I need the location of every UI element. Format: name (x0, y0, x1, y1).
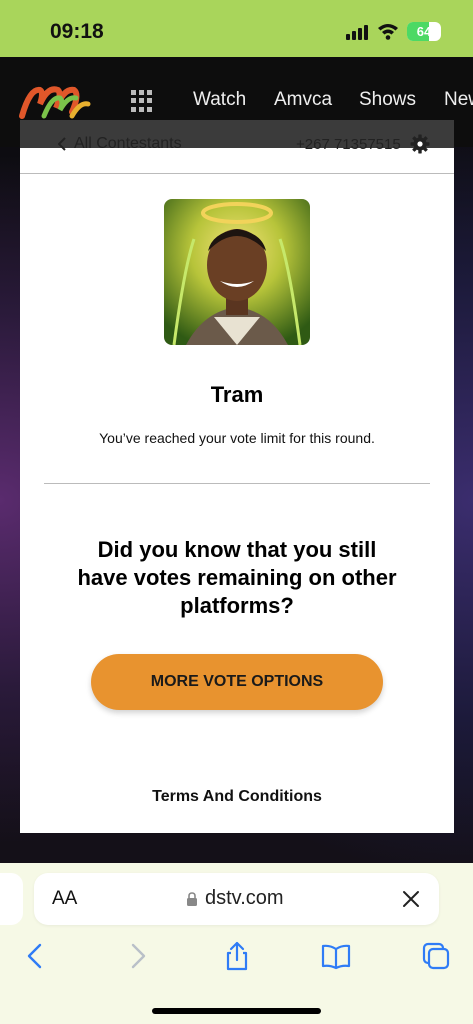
contestant-name: Tram (210, 382, 264, 407)
other-platforms-question: Did you know that you still have votes r… (77, 537, 397, 618)
status-time: 09:18 (50, 20, 104, 43)
divider (20, 173, 454, 174)
nav-new[interactable]: New (444, 89, 473, 111)
battery-level: 64 (416, 24, 432, 39)
amvca-logo[interactable] (18, 82, 98, 122)
back-icon[interactable] (21, 941, 51, 971)
home-indicator (152, 1008, 321, 1014)
all-contestants-link[interactable]: All Contestants (74, 135, 182, 153)
chevron-left-icon[interactable] (58, 137, 66, 151)
battery-icon: 64 (407, 22, 441, 41)
url-text[interactable]: dstv.com (205, 887, 284, 910)
more-vote-options-button[interactable]: MORE VOTE OPTIONS (91, 654, 383, 710)
contestant-avatar (164, 199, 310, 345)
tabs-icon[interactable] (421, 941, 451, 971)
cellular-signal-icon (346, 24, 370, 40)
vote-modal: All Contestants +267 71357515 Tram You’v… (20, 120, 454, 833)
bookmarks-icon[interactable] (321, 941, 351, 971)
close-icon[interactable] (402, 890, 420, 908)
divider (44, 483, 430, 484)
wifi-icon (378, 24, 398, 40)
terms-and-conditions-link[interactable]: Terms And Conditions (20, 788, 454, 806)
nav-watch[interactable]: Watch (193, 89, 246, 111)
lock-icon (187, 892, 197, 906)
nav-shows[interactable]: Shows (359, 89, 416, 111)
vote-limit-message: You’ve reached your vote limit for this … (99, 430, 375, 446)
phone-number: +267 71357515 (296, 136, 401, 153)
forward-icon[interactable] (122, 941, 152, 971)
grid-icon[interactable] (131, 90, 153, 112)
gear-icon[interactable] (410, 134, 430, 154)
text-size-button[interactable]: AA (52, 888, 77, 910)
previous-tab-preview[interactable] (0, 873, 23, 925)
nav-amvca[interactable]: Amvca (274, 89, 332, 111)
share-icon[interactable] (222, 941, 252, 971)
